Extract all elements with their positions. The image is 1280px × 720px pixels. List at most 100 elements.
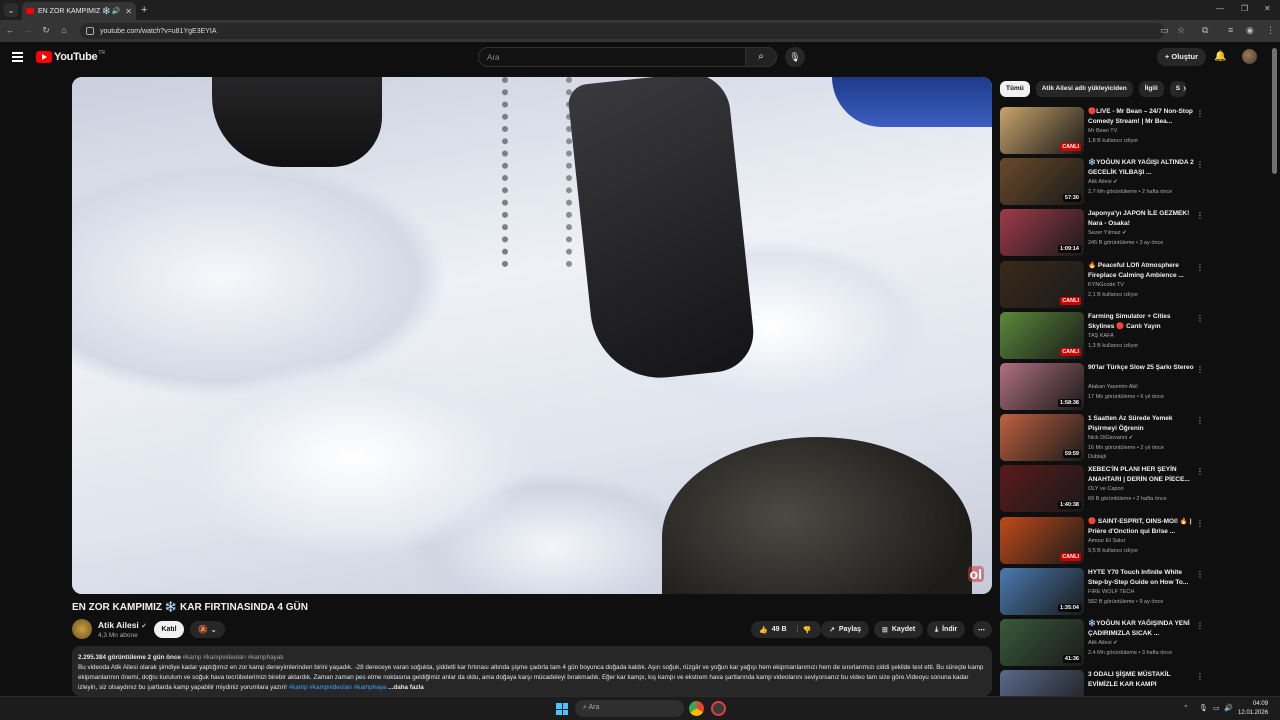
video-thumbnail[interactable]: 59:59 [1000,414,1084,462]
chip-related[interactable]: İlgili [1138,81,1164,97]
video-thumbnail[interactable]: CANLI [1000,516,1084,564]
show-more-link[interactable]: ...daha fazla [388,684,424,691]
like-button[interactable]: 👍 49 B | 👎 [751,621,821,638]
chip-from-uploader[interactable]: Atik Ailesi adlı yükleyiciden [1035,81,1133,97]
channel-watermark[interactable]: ol [967,566,984,582]
taskbar-search[interactable]: ⌕ Ara [575,700,684,717]
search-input[interactable]: Ara [478,47,746,67]
more-options-icon[interactable]: ⋮ [1196,263,1204,272]
share-button[interactable]: ↗ Paylaş [821,621,870,638]
video-thumbnail[interactable]: 1:40:38 [1000,465,1084,513]
more-options-icon[interactable]: ⋮ [1196,109,1204,118]
recommended-channel[interactable]: FIRE WOLF TECH [1088,589,1134,595]
recommended-title[interactable]: ❄️YOĞUN KAR YAĞIŞINDA YENİ ÇADIRIMIZLA S… [1088,619,1194,639]
browser-menu-icon[interactable]: ⋮ [1266,25,1275,36]
create-button[interactable]: + Oluştur [1157,48,1206,66]
microphone-icon[interactable]: 🎙 [785,47,805,67]
recommended-title[interactable]: Farming Simulator + Cities Skylines 🔴 Ca… [1088,312,1194,332]
recommended-video[interactable]: 41:36 ❄️YOĞUN KAR YAĞIŞINDA YENİ ÇADIRIMI… [1000,619,1210,667]
address-bar[interactable]: youtube.com/watch?v=u81YgE3EYIA [80,23,1165,39]
more-options-icon[interactable]: ⋮ [1196,672,1204,681]
new-tab-icon[interactable]: + [141,3,147,17]
video-thumbnail[interactable]: 1:58:38 [1000,363,1084,410]
video-thumbnail[interactable]: 41:36 [1000,619,1084,666]
window-close-icon[interactable]: ✕ [1264,4,1271,13]
save-button[interactable]: ⊞ Kaydet [874,621,924,638]
home-icon[interactable]: ⌂ [58,25,70,35]
more-options-icon[interactable]: ⋮ [1196,416,1204,425]
recommended-channel[interactable]: TAŞ KAFA [1088,333,1114,339]
channel-avatar[interactable] [72,619,92,639]
recommended-channel[interactable]: Atik Ailesi ✔ [1088,179,1118,185]
video-thumbnail[interactable]: CANLI [1000,311,1084,359]
recommended-title[interactable]: 🔴LIVE - Mr Bean – 24/7 Non-Stop Comedy S… [1088,107,1194,127]
recommended-channel[interactable]: Atik Ailesi ✔ [1088,640,1118,646]
search-icon[interactable]: ⌕ [745,47,777,67]
youtube-logo[interactable]: YouTube TR [36,50,105,63]
browser-tab[interactable]: EN ZOR KAMPIMIZ ❄️ KAR 🔊 ✕ [22,2,136,20]
recommended-title[interactable]: 1 Saatten Az Sürede Yemek Pişirmeyi Öğre… [1088,414,1194,434]
recommended-video[interactable]: CANLI Farming Simulator + Cities Skylines… [1000,311,1210,360]
windows-start-icon[interactable] [556,703,568,715]
recommended-video[interactable]: 59:59 1 Saatten Az Sürede Yemek Pişirmeyi… [1000,414,1210,462]
recommended-channel[interactable]: OLY ve Capori [1088,486,1124,492]
recommended-video[interactable]: 1:40:38 XEBEC'İN PLANI HER ŞEYİN ANAHTARI… [1000,465,1210,513]
video-thumbnail[interactable]: 57:30 [1000,158,1084,206]
more-options-icon[interactable]: ⋮ [1196,160,1204,169]
forward-icon[interactable]: → [22,25,34,35]
chevron-right-icon[interactable]: › [1183,83,1186,94]
join-button[interactable]: Katıl [154,621,184,638]
recommended-channel[interactable]: Atakan Yasemin Akil [1088,384,1138,390]
recommended-video[interactable]: CANLI 🔴 SAINT-ESPRIT, OINS-MOI! 🔥 | Prièr… [1000,516,1210,565]
reload-icon[interactable]: ↻ [40,25,52,36]
video-thumbnail[interactable] [1000,670,1084,696]
maximize-icon[interactable]: ❐ [1241,4,1248,13]
more-options-icon[interactable]: ⋮ [1196,621,1204,630]
tab-close-icon[interactable]: ✕ [125,7,132,16]
recommended-channel[interactable]: Nick DiGiovanni ✔ [1088,435,1133,441]
site-info-icon[interactable] [86,27,94,35]
video-description[interactable]: 2.295.384 görüntüleme 2 gün önce #kamp #… [72,646,992,696]
scrollbar[interactable] [1272,48,1277,174]
recommended-video[interactable]: 3 ODALI ŞİŞME MÜSTAKİL EVİMİZLE KAR KAMP… [1000,670,1210,696]
video-thumbnail[interactable]: 1:35:04 [1000,567,1084,615]
more-options-icon[interactable]: ⋮ [1196,365,1204,374]
extensions-icon[interactable]: ⧉ [1202,25,1208,36]
more-actions-icon[interactable]: ⋯ [973,621,992,638]
user-avatar[interactable] [1242,49,1257,64]
recommended-video[interactable]: CANLI 🔥 Peaceful LOfi Atmosphere Fireplac… [1000,260,1210,309]
thumbs-down-icon[interactable]: 👎 [802,626,811,634]
video-thumbnail[interactable]: CANLI [1000,107,1084,154]
channel-name[interactable]: Atik Ailesi ✔ [98,620,147,630]
cast-icon[interactable]: ▭ [1160,25,1169,36]
network-icon[interactable]: ▭ [1213,704,1220,712]
notifications-bell-icon[interactable]: 🔔 [1214,51,1226,62]
recommended-title[interactable]: 🔴 SAINT-ESPRIT, OINS-MOI! 🔥 | Prière d'O… [1088,517,1194,537]
recommended-channel[interactable]: Amour Et Salut [1088,538,1125,544]
tray-mic-icon[interactable]: 🎙 [1199,704,1208,712]
recommended-video[interactable]: 1:35:04 HYTE Y70 Touch Infinite White Ste… [1000,567,1210,616]
recommended-channel[interactable]: KYNGcode TV [1088,282,1124,288]
menu-icon[interactable] [12,52,23,62]
download-button[interactable]: ⤓ İndir [927,621,966,638]
video-thumbnail[interactable]: 1:09:14 [1000,209,1084,257]
recommended-title[interactable]: HYTE Y70 Touch Infinite White Step-by-St… [1088,568,1194,588]
minimize-icon[interactable]: — [1216,4,1224,13]
recommended-video[interactable]: 1:09:14 Japonya'yı JAPON İLE GEZMEK! Nara… [1000,209,1210,257]
recommended-video[interactable]: 57:30 ❄️YOĞUN KAR YAĞIŞI ALTINDA 2 GECELİ… [1000,158,1210,206]
more-options-icon[interactable]: ⋮ [1196,467,1204,476]
recommended-title[interactable]: XEBEC'İN PLANI HER ŞEYİN ANAHTARI | DERİ… [1088,465,1194,485]
more-options-icon[interactable]: ⋮ [1196,314,1204,323]
tray-chevron-icon[interactable]: ⌃ [1183,704,1189,712]
back-icon[interactable]: ← [4,25,16,35]
chrome-icon[interactable] [689,701,704,716]
bookmark-star-icon[interactable]: ☆ [1177,25,1185,36]
recommended-video[interactable]: CANLI 🔴LIVE - Mr Bean – 24/7 Non-Stop Com… [1000,107,1210,155]
volume-icon[interactable]: 🔊 [1224,704,1233,712]
recommended-title[interactable]: 3 ODALI ŞİŞME MÜSTAKİL EVİMİZLE KAR KAMP… [1088,670,1194,690]
description-inline-tags[interactable]: #kamp #kampvideoları #kamphaya [289,684,387,691]
more-options-icon[interactable]: ⋮ [1196,519,1204,528]
recommended-title[interactable]: 90'lar Türkçe Slow 25 Şarkı Stereo [1088,363,1194,373]
recommended-channel[interactable]: Mr Bean TV [1088,128,1117,134]
profile-icon[interactable]: ◉ [1246,25,1254,36]
